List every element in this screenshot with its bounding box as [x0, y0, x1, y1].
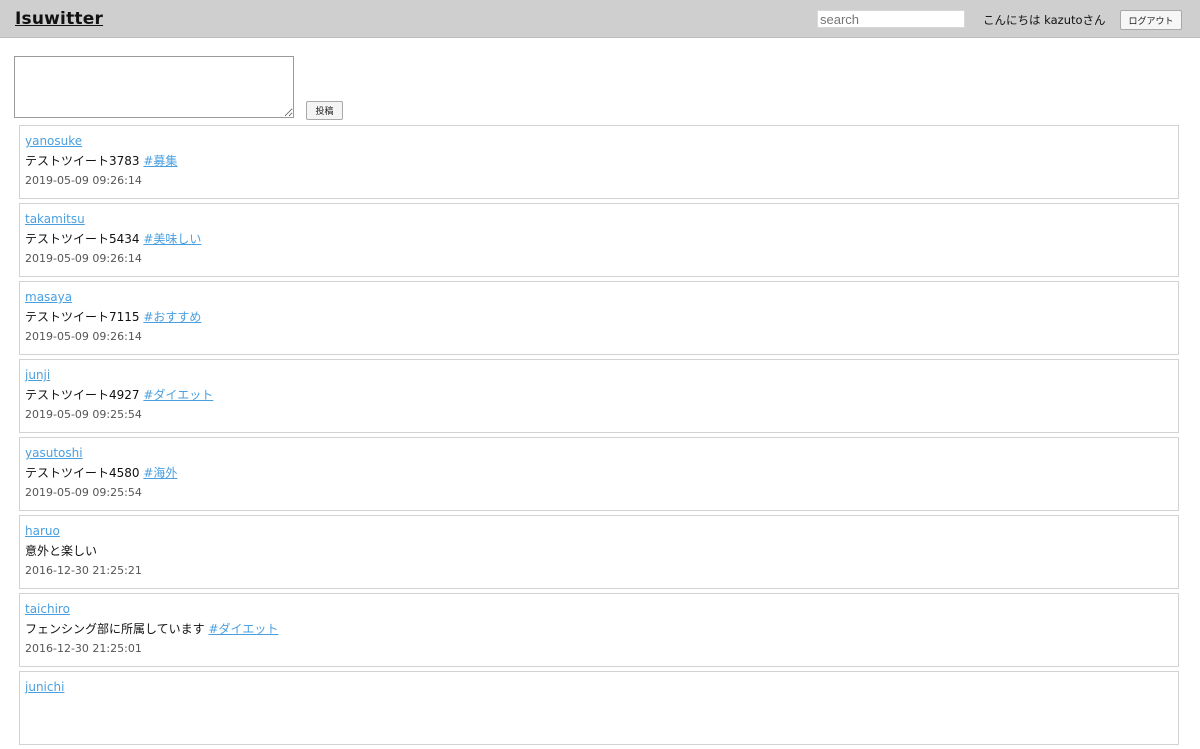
- hashtag-link[interactable]: #海外: [143, 466, 177, 480]
- site-title[interactable]: Isuwitter: [15, 9, 103, 29]
- tweet-timestamp: 2016-12-30 21:25:21: [25, 564, 142, 577]
- hashtag-link[interactable]: #美味しい: [143, 232, 201, 246]
- hashtag-link[interactable]: #おすすめ: [143, 310, 201, 324]
- tweet-timestamp: 2016-12-30 21:25:01: [25, 642, 142, 655]
- tweet-text: テストツイート7115: [25, 310, 140, 324]
- greeting-text: こんにちは kazutoさん: [983, 13, 1106, 27]
- tweet-username-link[interactable]: junji: [25, 367, 1178, 384]
- tweet-text: テストツイート4927: [25, 388, 140, 402]
- tweet-text: 意外と楽しい: [25, 544, 98, 558]
- tweet-text: フェンシング部に所属しています: [25, 622, 205, 636]
- tweet-compose-textarea[interactable]: [14, 56, 294, 118]
- post-button[interactable]: 投稿: [306, 101, 343, 120]
- tweet-username-link[interactable]: junichi: [25, 679, 1178, 696]
- tweet-item: junichi: [19, 671, 1179, 745]
- tweet-body: テストツイート5434 #美味しい: [25, 231, 1178, 251]
- tweet-timestamp: 2019-05-09 09:25:54: [25, 408, 142, 421]
- tweet-item: taichiro フェンシング部に所属しています #ダイエット 2016-12-…: [19, 593, 1179, 667]
- search-input[interactable]: [817, 10, 965, 28]
- tweet-text: テストツイート4580: [25, 466, 140, 480]
- top-bar: Isuwitter こんにちは kazutoさん ログアウト: [0, 0, 1200, 38]
- tweet-item: yanosuke テストツイート3783 #募集 2019-05-09 09:2…: [19, 125, 1179, 199]
- tweet-body: フェンシング部に所属しています #ダイエット: [25, 621, 1178, 641]
- tweet-feed: yanosuke テストツイート3783 #募集 2019-05-09 09:2…: [19, 125, 1179, 749]
- tweet-item: masaya テストツイート7115 #おすすめ 2019-05-09 09:2…: [19, 281, 1179, 355]
- hashtag-link[interactable]: #募集: [143, 154, 177, 168]
- tweet-item: junji テストツイート4927 #ダイエット 2019-05-09 09:2…: [19, 359, 1179, 433]
- tweet-text: テストツイート5434: [25, 232, 140, 246]
- tweet-text: テストツイート3783: [25, 154, 140, 168]
- tweet-item: yasutoshi テストツイート4580 #海外 2019-05-09 09:…: [19, 437, 1179, 511]
- tweet-username-link[interactable]: takamitsu: [25, 211, 1178, 228]
- tweet-username-link[interactable]: haruo: [25, 523, 1178, 540]
- tweet-timestamp: 2019-05-09 09:25:54: [25, 486, 142, 499]
- logout-button[interactable]: ログアウト: [1120, 10, 1182, 30]
- tweet-username-link[interactable]: masaya: [25, 289, 1178, 306]
- tweet-timestamp: 2019-05-09 09:26:14: [25, 330, 142, 343]
- tweet-timestamp: 2019-05-09 09:26:14: [25, 252, 142, 265]
- tweet-item: haruo 意外と楽しい 2016-12-30 21:25:21: [19, 515, 1179, 589]
- tweet-username-link[interactable]: yanosuke: [25, 133, 1178, 150]
- tweet-body: テストツイート4927 #ダイエット: [25, 387, 1178, 407]
- tweet-body: テストツイート7115 #おすすめ: [25, 309, 1178, 329]
- hashtag-link[interactable]: #ダイエット: [143, 388, 213, 402]
- tweet-item: takamitsu テストツイート5434 #美味しい 2019-05-09 0…: [19, 203, 1179, 277]
- tweet-username-link[interactable]: taichiro: [25, 601, 1178, 618]
- tweet-body: テストツイート3783 #募集: [25, 153, 1178, 173]
- tweet-body: テストツイート4580 #海外: [25, 465, 1178, 485]
- hashtag-link[interactable]: #ダイエット: [208, 622, 278, 636]
- tweet-username-link[interactable]: yasutoshi: [25, 445, 1178, 462]
- tweet-timestamp: 2019-05-09 09:26:14: [25, 174, 142, 187]
- tweet-body: 意外と楽しい: [25, 543, 1178, 563]
